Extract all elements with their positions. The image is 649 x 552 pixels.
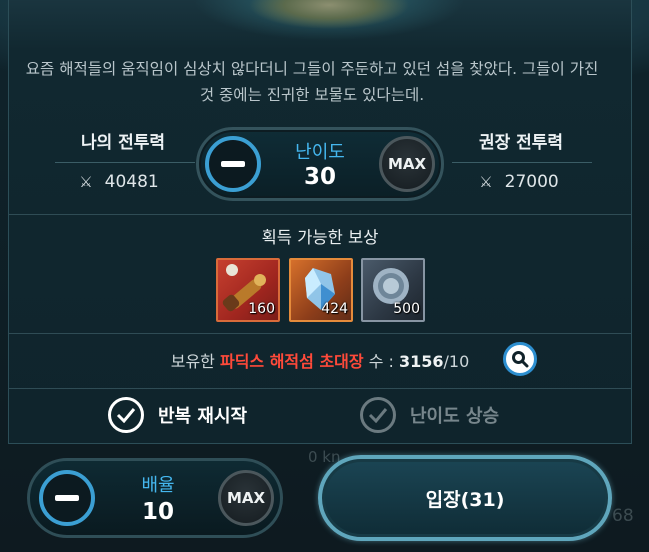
invitation-count: 3156 (398, 352, 444, 371)
difficulty-value: 30 (303, 164, 336, 190)
recommended-power-divider (452, 162, 592, 163)
multiplier-max-button[interactable]: MAX (218, 470, 274, 526)
repeat-restart-toggle[interactable]: 반복 재시작 (108, 397, 247, 433)
recommended-power-label: 권장 전투력 (478, 133, 564, 153)
reward-item-crystal[interactable]: 424 (289, 258, 353, 322)
my-power-number: 40481 (104, 172, 159, 192)
recommended-power-value: ⚔ 27000 (444, 172, 594, 192)
invitation-item-name: 파딕스 해적섬 초대장 (219, 352, 364, 371)
background-number: 68 (612, 506, 634, 526)
multiplier-stepper: 배율 10 MAX (27, 458, 283, 538)
recommended-power-number: 27000 (504, 172, 559, 192)
difficulty-stepper: 난이도 30 MAX (196, 127, 444, 201)
reward-quantity: 160 (248, 301, 275, 317)
difficulty-decrease-button[interactable] (205, 136, 261, 192)
checkmark-icon (360, 397, 396, 433)
my-power-value: ⚔ 40481 (44, 172, 194, 192)
difficulty-up-toggle[interactable]: 난이도 상승 (360, 397, 499, 433)
section-divider (8, 214, 632, 215)
multiplier-decrease-button[interactable] (39, 470, 95, 526)
reward-quantity: 500 (393, 301, 420, 317)
difficulty-up-label: 난이도 상승 (410, 406, 500, 427)
minus-icon (221, 161, 245, 167)
section-divider (8, 333, 632, 334)
minus-icon (55, 495, 79, 501)
reward-item-spyglass[interactable]: 160 (216, 258, 280, 322)
rewards-title: 획득 가능한 보상 (261, 228, 379, 247)
island-image (179, 0, 479, 44)
magnifier-icon (512, 351, 529, 368)
enter-button[interactable]: 입장(31) (318, 455, 612, 541)
ownership-suffix: 수 : (363, 352, 399, 371)
reward-item-coin[interactable]: 500 (361, 258, 425, 322)
crossed-swords-icon: ⚔ (479, 173, 493, 191)
crossed-swords-icon: ⚔ (79, 173, 93, 191)
multiplier-label: 배율 (141, 475, 175, 496)
invitation-count-line: 보유한 파딕스 해적섬 초대장 수 : 3156/10 (8, 348, 632, 372)
repeat-restart-label: 반복 재시작 (158, 406, 248, 427)
dungeon-description: 요즘 해적들의 움직임이 심상치 않다더니 그들이 주둔하고 있던 섬을 찾았다… (25, 60, 599, 104)
reward-quantity: 424 (321, 301, 348, 317)
ownership-prefix: 보유한 (170, 352, 220, 371)
search-button[interactable] (503, 342, 537, 376)
my-power-divider (55, 162, 195, 163)
invitation-limit: /10 (443, 352, 470, 371)
checkmark-icon (108, 397, 144, 433)
multiplier-value: 10 (141, 499, 174, 525)
difficulty-max-button[interactable]: MAX (379, 136, 435, 192)
difficulty-label: 난이도 (295, 142, 345, 163)
section-divider (8, 388, 632, 389)
my-power-label: 나의 전투력 (80, 133, 166, 153)
